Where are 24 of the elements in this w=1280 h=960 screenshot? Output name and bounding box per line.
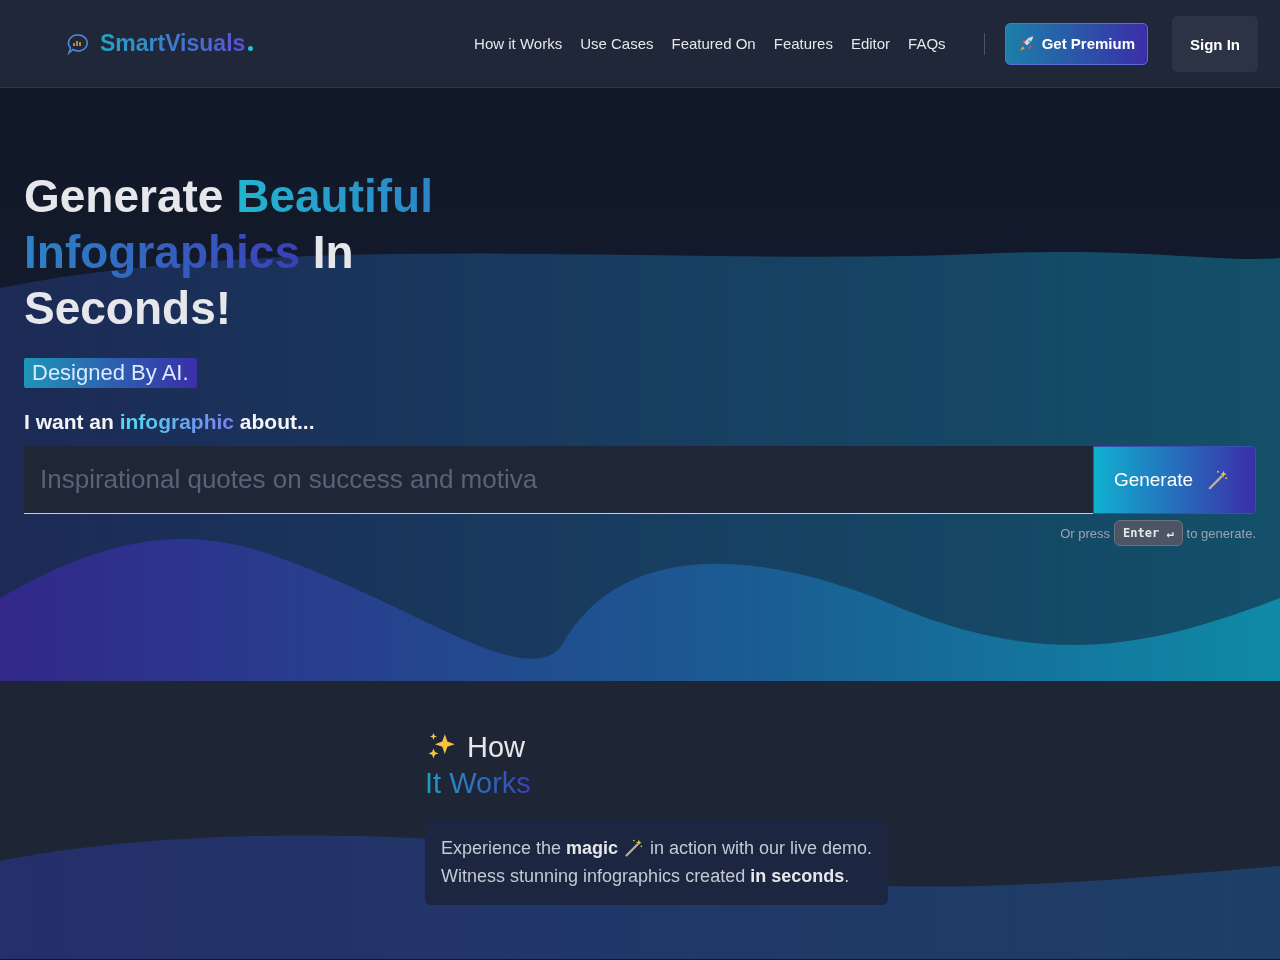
description-text: Witness stunning infographics created in seconds. bbox=[441, 865, 851, 888]
topic-input-field[interactable]: Inspirational quotes on success and motiva bbox=[24, 446, 1093, 514]
brand-dot bbox=[248, 46, 254, 51]
get-premium-button[interactable]: Get Premium bbox=[1004, 22, 1148, 65]
nav-link[interactable]: Features bbox=[773, 35, 833, 52]
hint-text: Or press bbox=[1060, 525, 1111, 541]
nav-link[interactable]: Featured On bbox=[671, 35, 756, 52]
nav-link[interactable]: Use Cases bbox=[580, 35, 654, 52]
description-text: Experience the magic bbox=[441, 837, 619, 860]
designed-by-ai-badge: Designed By AI. bbox=[24, 358, 197, 388]
section-title-text: How bbox=[467, 730, 525, 765]
generate-button[interactable]: Generate bbox=[1093, 446, 1256, 514]
prompt-label: I want an infographic about... bbox=[24, 410, 316, 434]
magic-wand-icon bbox=[1207, 469, 1230, 491]
nav-link[interactable]: How it Works bbox=[474, 35, 563, 52]
chat-chart-logo-icon bbox=[66, 32, 90, 55]
sign-in-button[interactable]: Sign In bbox=[1172, 16, 1258, 72]
nav-link[interactable]: Editor bbox=[850, 35, 891, 52]
enter-key: Enter ↵ bbox=[1114, 520, 1183, 546]
description-text: in action with our live demo. bbox=[649, 837, 872, 860]
rocket-icon bbox=[1017, 34, 1036, 53]
nav-link[interactable]: FAQs bbox=[908, 35, 946, 52]
hint-text: to generate. bbox=[1186, 525, 1256, 541]
magic-wand-icon bbox=[624, 838, 644, 858]
